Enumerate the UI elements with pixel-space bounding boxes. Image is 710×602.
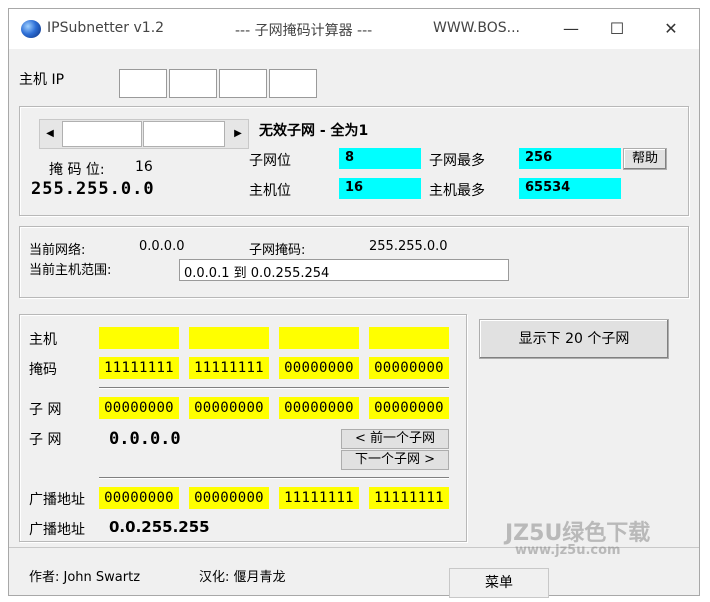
host-max-value: 65534 [519,178,621,199]
subnet-mask-label: 子网掩码: [249,243,306,258]
subnet-bits-label: 子网位 [249,153,291,169]
menu-button[interactable]: 菜单 [449,568,549,598]
mask-bits-octet-3: 00000000 [279,357,359,379]
subnet-bits-octet-2: 00000000 [189,397,269,419]
maximize-button[interactable]: ☐ [603,17,631,41]
scroll-thumb[interactable] [143,121,225,147]
subnet-bits-value: 8 [339,148,421,169]
host-bits-octet-3 [279,327,359,349]
app-window: IPSubnetter v1.2 --- 子网掩码计算器 --- WWW.BOS… [8,8,700,598]
mask-bits-scrollbar[interactable]: ◀ ▶ [39,119,249,149]
mask-bits-label: 掩 码 位: [49,162,105,178]
current-network-value: 0.0.0.0 [139,239,185,254]
scroll-track-left[interactable] [62,121,142,147]
minimize-button[interactable]: — [557,17,585,41]
broadcast-row-label: 广播地址 [29,492,85,508]
subnet-value-label: 子 网 [29,432,62,448]
broadcast-value-label: 广播地址 [29,522,85,538]
divider [99,387,449,389]
host-bits-value: 16 [339,178,421,199]
mask-bits-octet-2: 11111111 [189,357,269,379]
subnet-bits-octet-1: 00000000 [99,397,179,419]
host-range-field[interactable]: 0.0.0.1 到 0.0.255.254 [179,259,509,281]
mask-row-label: 掩码 [29,362,57,378]
scroll-left-arrow-icon[interactable]: ◀ [40,120,60,148]
host-max-label: 主机最多 [429,183,485,199]
broadcast-bits-octet-2: 00000000 [189,487,269,509]
mask-bits-value: 16 [135,159,153,175]
host-ip-octet-1[interactable] [119,69,167,98]
divider [99,477,449,479]
host-ip-octet-2[interactable] [169,69,217,98]
title-bar[interactable]: IPSubnetter v1.2 --- 子网掩码计算器 --- WWW.BOS… [9,9,699,49]
broadcast-bits-octet-4: 11111111 [369,487,449,509]
translator-text: 汉化: 偃月青龙 [199,570,286,585]
subnet-row-label: 子 网 [29,402,62,418]
host-ip-octet-3[interactable] [219,69,267,98]
host-bits-octet-1 [99,327,179,349]
host-bits-label: 主机位 [249,183,291,199]
scroll-right-arrow-icon[interactable]: ▶ [228,120,248,148]
broadcast-bits-octet-1: 00000000 [99,487,179,509]
host-bits-octet-4 [369,327,449,349]
subnet-bits-octet-4: 00000000 [369,397,449,419]
author-text: 作者: John Swartz [29,570,141,585]
subnet-max-value: 256 [519,148,621,169]
watermark-url: www.jz5u.com [515,543,621,558]
broadcast-bits-octet-3: 11111111 [279,487,359,509]
host-range-label: 当前主机范围: [29,263,112,278]
prev-subnet-button[interactable]: < 前一个子网 [341,429,449,449]
host-ip-octet-4[interactable] [269,69,317,98]
help-button[interactable]: 帮助 [623,148,667,170]
host-row-label: 主机 [29,332,57,348]
host-ip-label: 主机 IP [19,72,65,88]
subnet-value: 0.0.0.0 [109,429,181,449]
next-subnet-button[interactable]: 下一个子网 > [341,450,449,470]
globe-icon [21,20,41,38]
app-subtitle: --- 子网掩码计算器 --- [235,23,373,39]
subnet-bits-octet-3: 00000000 [279,397,359,419]
show-next-20-subnets-button[interactable]: 显示下 20 个子网 [479,319,669,359]
subnet-mask-value: 255.255.0.0 [369,239,448,254]
host-bits-octet-2 [189,327,269,349]
close-button[interactable]: ✕ [657,17,685,41]
subnet-max-label: 子网最多 [429,153,485,169]
mask-bits-octet-4: 00000000 [369,357,449,379]
website-title: WWW.BOS... [433,20,520,36]
broadcast-value: 0.0.255.255 [109,518,210,536]
mask-value: 255.255.0.0 [31,179,155,199]
app-title: IPSubnetter v1.2 [47,20,165,36]
mask-bits-octet-1: 11111111 [99,357,179,379]
invalid-subnet-text: 无效子网 - 全为1 [259,123,369,139]
current-network-label: 当前网络: [29,243,86,258]
